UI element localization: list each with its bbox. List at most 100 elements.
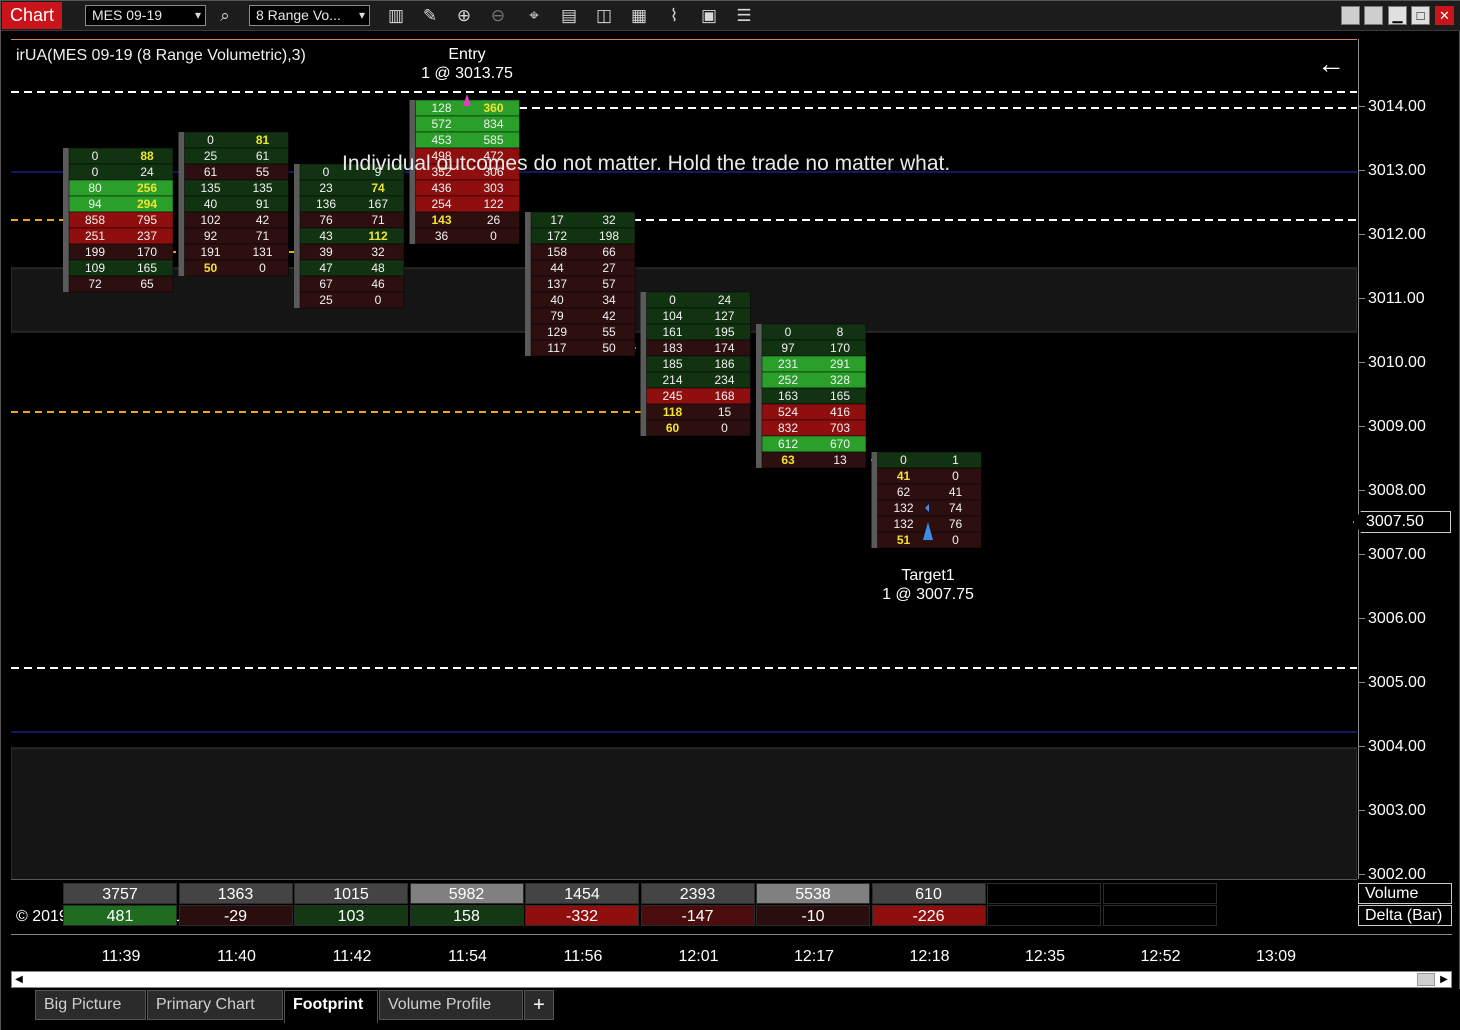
ask-volume-label: 81 <box>256 133 270 147</box>
maximize-button[interactable]: □ <box>1411 6 1430 25</box>
bid-volume-label: 0 <box>92 165 99 179</box>
bid-volume-label: 158 <box>547 245 567 259</box>
price-axis[interactable]: 3014.00 3013.00 3012.00 3011.00 3010.00 3009.… <box>1358 39 1452 879</box>
window-option-button[interactable] <box>1341 6 1360 25</box>
bid-volume-label: 61 <box>204 165 218 179</box>
search-icon[interactable]: ⌕ <box>213 4 237 28</box>
properties-icon[interactable]: ▤ <box>557 4 581 28</box>
chart-note-text: Individual outcomes do not matter. Hold … <box>342 152 951 175</box>
chart-info-label: irUA(MES 09-19 (8 Range Volumetric),3) <box>16 47 306 64</box>
scroll-right-icon[interactable]: ▶ <box>1437 972 1451 987</box>
scroll-thumb[interactable] <box>1417 973 1435 986</box>
ask-volume-label: 291 <box>830 357 850 371</box>
ask-volume-label: 61 <box>256 149 270 163</box>
tab-footprint[interactable]: Footprint <box>284 990 378 1024</box>
horizontal-scrollbar[interactable]: ◀ ▶ <box>11 971 1452 988</box>
bar-body-marker <box>640 292 647 436</box>
bid-volume-label: 172 <box>547 229 567 243</box>
bid-volume-label: 231 <box>778 357 798 371</box>
footprint-cell <box>530 307 636 325</box>
drawing-tools-icon[interactable]: ✎ <box>418 4 442 28</box>
bid-volume-label: 143 <box>431 213 451 227</box>
ask-volume-label: 57 <box>602 277 616 291</box>
ask-volume-label: 26 <box>487 213 501 227</box>
tab-primary-chart[interactable]: Primary Chart <box>147 990 283 1020</box>
bid-volume-label: 51 <box>897 533 911 547</box>
ask-volume-label: 703 <box>830 421 850 435</box>
minimize-button[interactable]: ▁ <box>1388 6 1407 25</box>
bid-volume-label: 524 <box>778 405 798 419</box>
ask-volume-label: 32 <box>602 213 616 227</box>
ask-volume-label: 360 <box>483 101 503 115</box>
bid-volume-label: 97 <box>781 341 795 355</box>
crosshair-icon[interactable]: ⌖ <box>522 4 546 28</box>
bid-volume-label: 453 <box>431 133 451 147</box>
footprint-cell <box>877 483 982 501</box>
window-option-button[interactable] <box>1364 6 1383 25</box>
current-price-marker: 3007.50 <box>1353 511 1451 533</box>
zoom-out-icon[interactable]: ⊖ <box>486 4 510 28</box>
data-series-icon[interactable]: ▥ <box>384 4 408 28</box>
bid-volume-label: 76 <box>319 213 333 227</box>
ask-volume-label: 48 <box>371 261 385 275</box>
bar-body-marker <box>525 212 531 356</box>
zoom-in-icon[interactable]: ⊕ <box>452 4 476 28</box>
ask-volume-label: 795 <box>137 213 157 227</box>
ask-volume-label: 0 <box>375 293 382 307</box>
ask-volume-label: 186 <box>714 357 734 371</box>
price-tick-label: 3006.00 <box>1359 610 1426 627</box>
chart-panel[interactable]: 0 88 0 24 80 256 94 294 858 795 251 237 199 170 109 165… <box>11 39 1357 879</box>
app-title[interactable]: Chart <box>2 2 62 29</box>
footprint-cell <box>184 163 289 181</box>
scroll-left-icon[interactable]: ◀ <box>12 972 26 987</box>
ask-volume-label: 198 <box>599 229 619 243</box>
bid-volume-label: 572 <box>431 117 451 131</box>
ask-volume-label: 165 <box>830 389 850 403</box>
templates-icon[interactable]: ◫ <box>592 4 616 28</box>
bid-volume-label: 104 <box>662 309 682 323</box>
bar-body-marker <box>63 148 69 292</box>
bar-type-selector[interactable]: 8 Range Vo... ▾ <box>249 5 370 26</box>
ask-volume-label: 112 <box>368 229 388 243</box>
ask-volume-label: 670 <box>830 437 850 451</box>
strategies-icon[interactable]: ⌇ <box>662 4 686 28</box>
bid-volume-label: 102 <box>200 213 220 227</box>
delta-panel-label: Delta (Bar) <box>1358 905 1452 926</box>
volume-cell <box>987 883 1101 904</box>
instrument-selector[interactable]: MES 09-19 ▾ <box>85 5 206 26</box>
footprint-cell <box>415 227 520 245</box>
bid-volume-label: 858 <box>85 213 105 227</box>
indicators-icon[interactable]: ▦ <box>627 4 651 28</box>
tab-big-picture[interactable]: Big Picture <box>35 990 146 1020</box>
tab-volume-profile[interactable]: Volume Profile <box>379 990 523 1020</box>
hotkeys-list-icon[interactable]: ☰ <box>732 4 756 28</box>
ask-volume-label: 24 <box>140 165 154 179</box>
time-tick-label: 12:18 <box>909 948 950 965</box>
footprint-cell <box>877 467 982 485</box>
volume-delta-panel: © 2019 NinjaTrader, LLC 37574811363-2910… <box>11 879 1357 933</box>
add-tab-button[interactable]: + <box>524 990 554 1020</box>
footprint-cell <box>68 179 174 197</box>
bid-volume-label: 92 <box>204 229 218 243</box>
footprint-cell <box>299 227 405 245</box>
footprint-cell <box>761 451 867 469</box>
bid-volume-label: 80 <box>88 181 102 195</box>
price-tick-label: 3014.00 <box>1359 98 1426 115</box>
delta-cell: -147 <box>640 905 755 926</box>
bid-volume-label: 135 <box>200 181 220 195</box>
ask-volume-label: 74 <box>371 181 385 195</box>
footprint-cell <box>299 243 405 261</box>
price-tick-label: 3012.00 <box>1359 226 1426 243</box>
ask-volume-label: 15 <box>718 405 732 419</box>
chart-trader-icon[interactable]: ▣ <box>697 4 721 28</box>
bid-volume-label: 94 <box>88 197 102 211</box>
bid-volume-label: 0 <box>323 165 330 179</box>
ask-volume-label: 8 <box>837 325 844 339</box>
bar-body-marker <box>178 132 185 276</box>
back-arrow-icon[interactable]: ← <box>1317 50 1345 78</box>
ask-volume-label: 65 <box>140 277 154 291</box>
footprint-cell <box>184 227 289 245</box>
close-button[interactable]: ✕ <box>1435 6 1454 25</box>
ask-volume-label: 91 <box>256 197 270 211</box>
time-axis[interactable]: 11:39 11:40 11:42 11:54 11:56 12:01 12:17 12:18… <box>11 934 1452 970</box>
